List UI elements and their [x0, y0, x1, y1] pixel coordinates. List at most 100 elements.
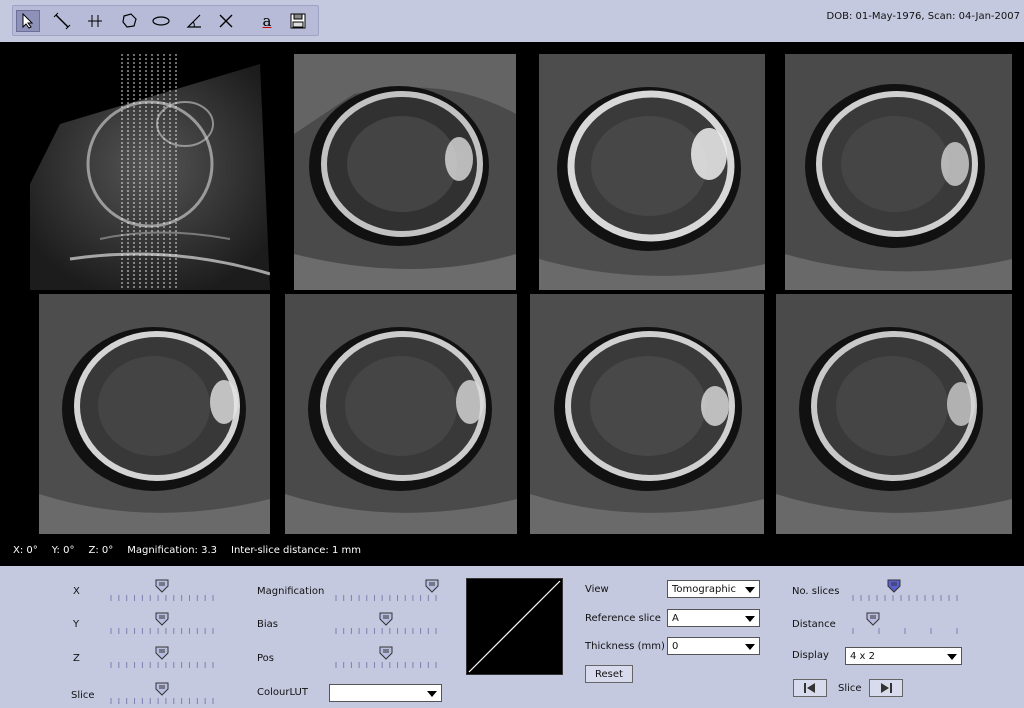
- slider-ticks: [110, 595, 214, 601]
- magnification-readout: Magnification: 3.3: [127, 545, 217, 556]
- angle-icon: [186, 14, 201, 28]
- bias-label: Bias: [257, 619, 278, 630]
- ellipse-tool-button[interactable]: [149, 10, 173, 32]
- display-value: 4 x 2: [850, 650, 875, 662]
- slider-thumb[interactable]: [155, 579, 169, 593]
- x-label: X: [73, 586, 80, 597]
- slice-tile-6[interactable]: [530, 294, 764, 534]
- chevron-down-icon: [745, 644, 755, 650]
- annotate-text-icon: a: [262, 12, 272, 30]
- magnification-label: Magnification: [257, 586, 325, 597]
- no-slices-slider[interactable]: [852, 579, 958, 601]
- slider-ticks: [852, 595, 958, 601]
- slice-image: [539, 54, 765, 290]
- colour-lut-label: ColourLUT: [257, 687, 308, 698]
- slider-ticks: [335, 595, 437, 601]
- slice-slider[interactable]: [110, 682, 214, 704]
- x-slider[interactable]: [110, 579, 214, 601]
- annotate-text-tool-button[interactable]: a: [255, 10, 279, 32]
- z-rotation-readout: Z: 0°: [88, 545, 114, 556]
- display-select[interactable]: 4 x 2: [845, 647, 962, 665]
- x-rotation-readout: X: 0°: [13, 545, 38, 556]
- reference-ultrasound-image: [30, 54, 270, 290]
- z-slider[interactable]: [110, 646, 214, 668]
- pos-slider[interactable]: [335, 646, 437, 668]
- crosshair-tool-button[interactable]: [83, 10, 107, 32]
- image-viewer[interactable]: X: 0° Y: 0° Z: 0° Magnification: 3.3 Int…: [0, 42, 1024, 566]
- line-measure-tool-button[interactable]: [50, 10, 74, 32]
- thickness-value: 0: [672, 640, 679, 652]
- slider-ticks: [335, 628, 437, 634]
- slider-ticks: [335, 662, 437, 668]
- pointer-tool-button[interactable]: [16, 10, 40, 32]
- slider-thumb[interactable]: [379, 612, 393, 626]
- view-label: View: [585, 584, 609, 595]
- chevron-down-icon: [745, 587, 755, 593]
- slider-thumb[interactable]: [379, 646, 393, 660]
- magnification-slider[interactable]: [335, 579, 439, 601]
- slider-thumb[interactable]: [425, 579, 439, 593]
- step-forward-icon: [881, 683, 892, 693]
- slider-thumb[interactable]: [887, 579, 901, 593]
- distance-label: Distance: [792, 619, 836, 630]
- reference-slice-select[interactable]: A: [667, 609, 760, 627]
- control-panel: X Y Z Slice Magnification Bias Pos Colou…: [0, 566, 1024, 708]
- reference-image[interactable]: [30, 54, 270, 290]
- slice-image: [294, 54, 516, 290]
- lut-curve-preview: [466, 578, 563, 675]
- no-slices-label: No. slices: [792, 586, 840, 597]
- thickness-label: Thickness (mm): [585, 641, 665, 652]
- chevron-down-icon: [427, 691, 437, 697]
- chevron-down-icon: [745, 616, 755, 622]
- y-rotation-readout: Y: 0°: [51, 545, 75, 556]
- freehand-region-icon: [122, 13, 137, 28]
- slider-thumb[interactable]: [866, 612, 880, 626]
- slider-thumb[interactable]: [155, 682, 169, 696]
- slice-image: [285, 294, 517, 534]
- reference-slice-label: Reference slice: [585, 613, 661, 624]
- bias-slider[interactable]: [335, 612, 437, 634]
- slice-tile-1[interactable]: [294, 54, 516, 290]
- slice-tile-2[interactable]: [539, 54, 765, 290]
- slice-image: [39, 294, 270, 534]
- line-measure-icon: [53, 12, 71, 30]
- save-tool-button[interactable]: [286, 10, 310, 32]
- previous-slice-button[interactable]: [793, 679, 827, 697]
- y-label: Y: [73, 619, 80, 630]
- slice-image: [530, 294, 764, 534]
- thickness-select[interactable]: 0: [667, 637, 760, 655]
- slider-ticks: [110, 628, 214, 634]
- slider-ticks: [110, 698, 214, 704]
- slice-nav-label: Slice: [838, 683, 862, 694]
- view-value: Tomographic: [672, 583, 736, 595]
- slice-tile-3[interactable]: [785, 54, 1012, 290]
- slider-ticks: [110, 662, 214, 668]
- pointer-icon: [22, 13, 34, 29]
- lut-curve-graph: [468, 580, 561, 673]
- crosshair-icon: [88, 15, 102, 27]
- delete-marker-icon: [219, 14, 233, 28]
- slice-image: [776, 294, 1012, 534]
- slice-tile-5[interactable]: [285, 294, 517, 534]
- slider-thumb[interactable]: [155, 612, 169, 626]
- save-disk-icon: [290, 13, 306, 29]
- angle-tool-button[interactable]: [182, 10, 206, 32]
- view-select[interactable]: Tomographic: [667, 580, 760, 598]
- display-label: Display: [792, 650, 829, 661]
- delete-marker-tool-button[interactable]: [214, 10, 238, 32]
- pos-label: Pos: [257, 653, 275, 664]
- slider-thumb[interactable]: [155, 646, 169, 660]
- colour-lut-select[interactable]: [329, 684, 442, 702]
- y-slider[interactable]: [110, 612, 214, 634]
- distance-slider[interactable]: [852, 612, 958, 634]
- slice-image: [785, 54, 1012, 290]
- reset-button[interactable]: Reset: [585, 665, 633, 683]
- freehand-region-tool-button[interactable]: [117, 10, 141, 32]
- slice-tile-7[interactable]: [776, 294, 1012, 534]
- slice-tile-4[interactable]: [39, 294, 270, 534]
- reference-slice-value: A: [672, 612, 679, 624]
- next-slice-button[interactable]: [869, 679, 903, 697]
- chevron-down-icon: [947, 654, 957, 660]
- slice-label: Slice: [71, 690, 95, 701]
- step-back-icon: [804, 683, 815, 693]
